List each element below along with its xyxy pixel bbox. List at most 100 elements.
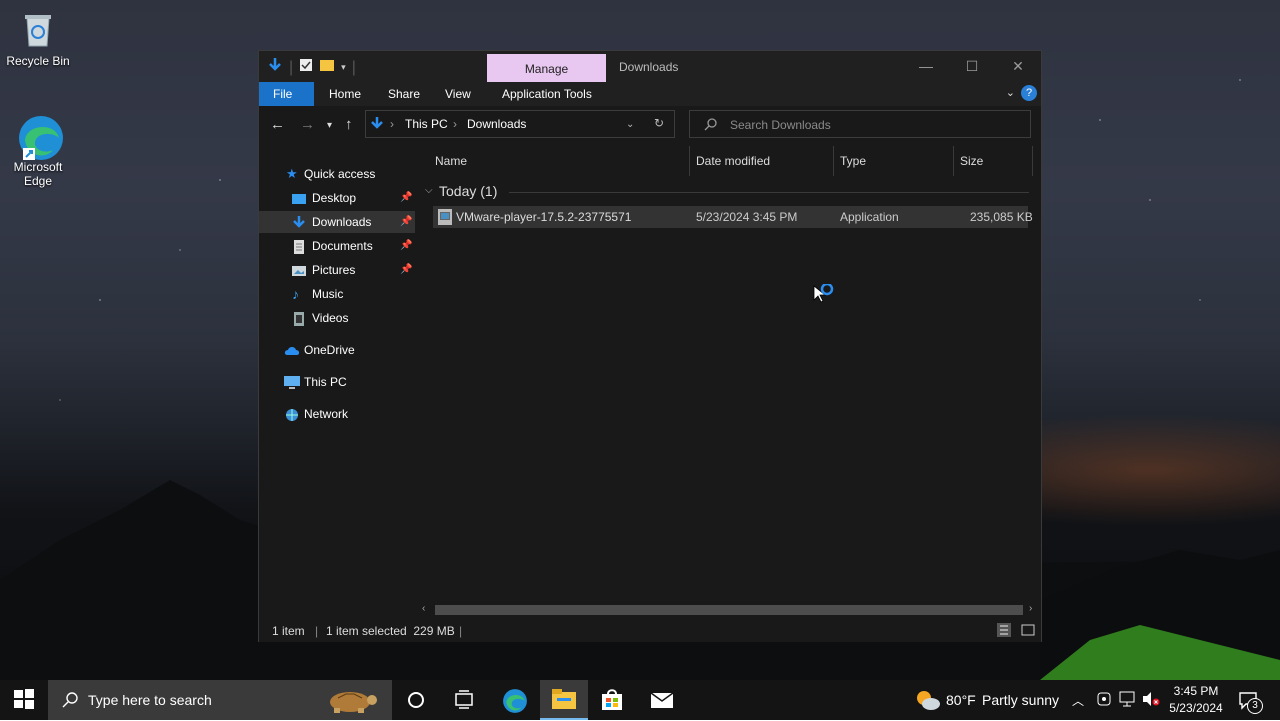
pin-icon: 📌 <box>400 240 413 251</box>
star-icon: ★ <box>286 166 298 181</box>
column-header-type[interactable]: Type <box>840 154 866 168</box>
nav-videos[interactable]: Videos <box>259 307 415 329</box>
search-icon <box>62 692 78 713</box>
weather-temperature[interactable]: 80°F <box>946 692 976 708</box>
file-size: 235,085 KB <box>970 210 1033 224</box>
tab-view[interactable]: View <box>431 82 485 106</box>
edge-taskbar-icon[interactable] <box>502 688 527 713</box>
computer-icon <box>284 375 300 389</box>
scroll-left-icon[interactable]: ‹ <box>422 603 425 614</box>
weather-partly-sunny-icon[interactable] <box>914 688 940 715</box>
column-header-name[interactable]: Name <box>435 154 467 168</box>
turtle-illustration-icon <box>318 684 382 721</box>
horizontal-scrollbar[interactable]: ‹ › <box>417 601 1041 619</box>
qat-dropdown-icon[interactable]: ▾ <box>341 62 346 73</box>
status-item-count: 1 item <box>272 624 305 638</box>
network-tray-icon[interactable] <box>1119 691 1137 710</box>
desktop-microsoft-edge[interactable]: Microsoft Edge <box>0 114 76 188</box>
breadcrumb-separator: › <box>390 117 394 131</box>
recycle-bin-icon <box>17 8 59 50</box>
tab-file[interactable]: File <box>259 82 314 106</box>
nav-this-pc[interactable]: This PC <box>259 371 415 393</box>
nav-music[interactable]: ♪ Music <box>259 283 415 305</box>
close-button[interactable]: ✕ <box>995 51 1041 81</box>
refresh-icon[interactable]: ↻ <box>654 116 664 130</box>
network-icon <box>284 407 298 421</box>
table-row[interactable]: VMware-player-17.5.2-23775571 5/23/2024 … <box>433 206 1033 230</box>
scroll-right-icon[interactable]: › <box>1029 603 1032 614</box>
ribbon-tabs: File Home Share View Application Tools ⌄… <box>259 82 1041 106</box>
notifications-icon[interactable]: 3 <box>1238 690 1263 714</box>
microsoft-store-icon[interactable] <box>600 688 624 712</box>
edge-icon <box>17 114 63 160</box>
nav-quick-access[interactable]: ★ Quick access <box>259 163 415 185</box>
file-explorer-icon <box>552 689 576 716</box>
quick-access-toolbar: | ▾ | <box>267 57 356 78</box>
nav-network[interactable]: Network <box>259 403 415 425</box>
tab-home[interactable]: Home <box>315 82 375 106</box>
file-date-modified: 5/23/2024 3:45 PM <box>696 210 798 224</box>
search-input[interactable] <box>728 115 1022 135</box>
application-file-icon <box>438 209 452 230</box>
minimize-button[interactable]: — <box>903 51 949 81</box>
nav-downloads[interactable]: Downloads 📌 <box>259 211 415 233</box>
pin-icon: 📌 <box>400 264 413 275</box>
title-bar[interactable]: | ▾ | Manage Downloads — ☐ ✕ <box>259 51 1041 82</box>
properties-icon[interactable] <box>299 58 313 77</box>
downloads-icon <box>292 215 306 229</box>
large-icons-view-icon[interactable] <box>1021 623 1035 640</box>
maximize-button[interactable]: ☐ <box>949 51 995 81</box>
group-collapse-icon[interactable]: ⌵ <box>425 185 433 196</box>
breadcrumb-this-pc[interactable]: This PC <box>405 117 448 131</box>
nav-desktop[interactable]: Desktop 📌 <box>259 187 415 209</box>
task-view-icon[interactable] <box>452 688 476 712</box>
status-bar: 1 item | 1 item selected 229 MB | <box>259 620 1041 642</box>
notification-count-badge: 3 <box>1247 698 1263 714</box>
manage-context-tab[interactable]: Manage <box>487 54 606 82</box>
pin-icon: 📌 <box>400 192 413 203</box>
group-header-today[interactable]: Today (1) <box>439 183 497 199</box>
system-clock[interactable]: 3:45 PM 5/23/2024 <box>1168 683 1224 717</box>
forward-arrow-icon[interactable]: → <box>300 116 315 133</box>
taskbar-search-box[interactable]: Type here to search <box>48 680 392 720</box>
address-bar[interactable]: › This PC › Downloads ⌄ ↻ <box>365 110 675 138</box>
ribbon-expand-icon[interactable]: ⌄ <box>1006 86 1015 99</box>
nav-documents[interactable]: Documents 📌 <box>259 235 415 257</box>
taskbar: Type here to search 80°F Partly sunny ︿ … <box>0 680 1280 720</box>
nav-onedrive[interactable]: OneDrive <box>259 339 415 361</box>
file-name: VMware-player-17.5.2-23775571 <box>456 210 632 224</box>
navigation-bar: ← → ▾ ↑ › This PC › Downloads ⌄ ↻ <box>259 106 1041 146</box>
cloud-icon <box>284 343 300 357</box>
column-header-size[interactable]: Size <box>960 154 983 168</box>
details-view-icon[interactable] <box>997 623 1011 640</box>
tab-application-tools[interactable]: Application Tools <box>488 82 606 106</box>
up-arrow-icon[interactable]: ↑ <box>345 116 353 133</box>
weather-description[interactable]: Partly sunny <box>982 692 1059 708</box>
window-title: Downloads <box>619 60 679 74</box>
new-folder-icon[interactable] <box>319 58 335 77</box>
recent-locations-icon[interactable]: ▾ <box>327 120 332 131</box>
back-arrow-icon[interactable]: ← <box>270 116 285 133</box>
mail-icon[interactable] <box>650 688 674 712</box>
navigation-pane: ★ Quick access Desktop 📌 Downloads 📌 Doc… <box>259 146 415 620</box>
download-arrow-icon <box>267 57 283 78</box>
column-header-date-modified[interactable]: Date modified <box>696 154 770 168</box>
address-dropdown-icon[interactable]: ⌄ <box>626 119 634 130</box>
show-hidden-icons-chevron-icon[interactable]: ︿ <box>1072 692 1084 709</box>
search-box[interactable] <box>689 110 1031 138</box>
cortana-icon[interactable] <box>404 688 428 712</box>
tab-share[interactable]: Share <box>374 82 434 106</box>
taskbar-search-placeholder: Type here to search <box>88 692 212 708</box>
meet-now-icon[interactable] <box>1096 691 1112 710</box>
busy-cursor-icon <box>812 282 836 313</box>
clock-date: 5/23/2024 <box>1169 701 1223 715</box>
breadcrumb-downloads[interactable]: Downloads <box>467 117 526 131</box>
desktop-icon-label: Recycle Bin <box>6 54 70 68</box>
help-icon[interactable]: ? <box>1021 85 1037 101</box>
file-explorer-taskbar-button[interactable] <box>540 680 588 720</box>
desktop-recycle-bin[interactable]: Recycle Bin <box>0 8 76 68</box>
nav-pictures[interactable]: Pictures 📌 <box>259 259 415 281</box>
music-icon: ♪ <box>292 286 299 302</box>
volume-muted-icon[interactable] <box>1142 691 1160 710</box>
windows-start-icon[interactable] <box>13 688 37 712</box>
